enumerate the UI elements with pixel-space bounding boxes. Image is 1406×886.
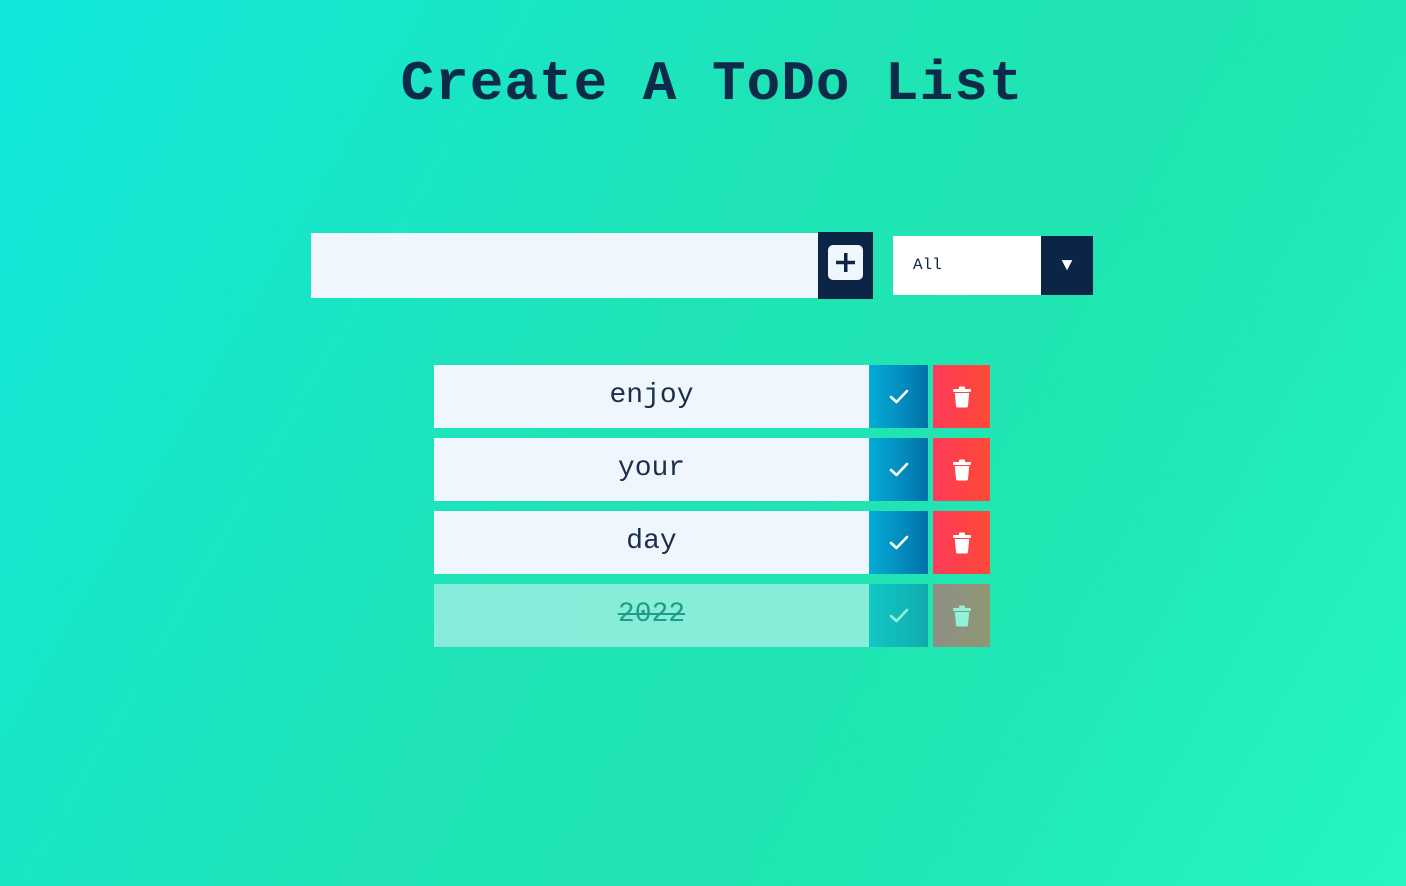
delete-button[interactable] [933,438,990,501]
trash-icon [952,459,971,480]
check-icon [889,608,908,622]
todo-text: day [434,511,869,574]
delete-button[interactable] [933,365,990,428]
check-icon [889,389,908,403]
delete-button[interactable] [933,511,990,574]
check-icon [889,535,908,549]
todo-input[interactable] [311,233,818,298]
add-todo-button[interactable] [818,232,873,299]
filter-selected-value: All [913,256,942,274]
todo-item: enjoy [434,365,990,428]
trash-icon [952,532,971,553]
page-title: Create A ToDo List [400,52,1024,116]
plus-square-icon [828,245,863,280]
delete-button[interactable] [933,584,990,647]
complete-button[interactable] [869,584,928,647]
todo-item: 2022 [434,584,990,647]
todo-text: enjoy [434,365,869,428]
todo-list: enjoy your day 2022 [434,365,990,657]
todo-item: your [434,438,990,501]
chevron-down-icon[interactable]: ▼ [1041,236,1093,295]
todo-item: day [434,511,990,574]
check-icon [889,462,908,476]
todo-text: 2022 [434,584,869,647]
filter-select[interactable]: All ▼ [893,236,1093,295]
complete-button[interactable] [869,511,928,574]
complete-button[interactable] [869,438,928,501]
complete-button[interactable] [869,365,928,428]
trash-icon [952,605,971,626]
trash-icon [952,386,971,407]
todo-text: your [434,438,869,501]
